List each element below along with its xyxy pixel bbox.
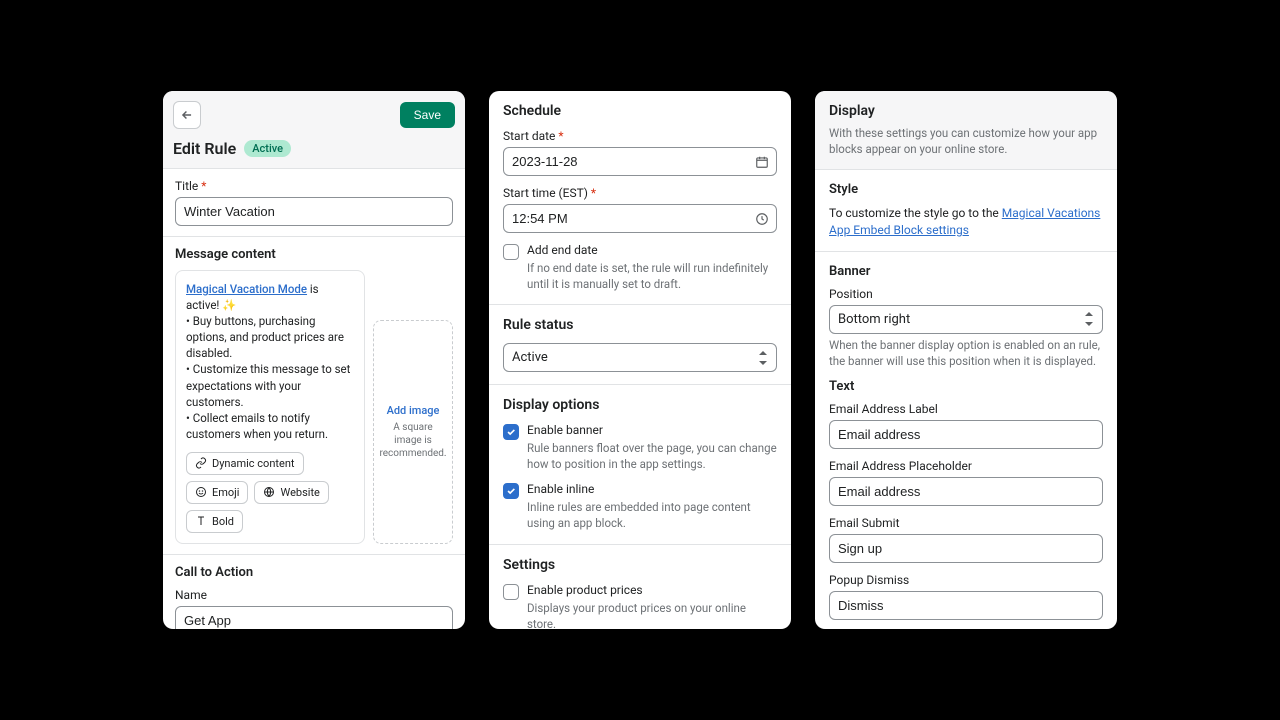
enable-inline-label: Enable inline (527, 482, 777, 496)
add-end-date-checkbox[interactable] (503, 244, 519, 260)
start-date-input[interactable] (503, 147, 777, 176)
status-badge: Active (244, 140, 291, 157)
add-image-link[interactable]: Add image (387, 404, 440, 417)
cta-name-input[interactable] (175, 606, 453, 629)
rule-status-select[interactable]: Active (503, 343, 777, 372)
banner-section: Banner Position Bottom right When the ba… (815, 252, 1117, 629)
chevron-updown-icon (758, 351, 768, 365)
add-end-date-help: If no end date is set, the rule will run… (527, 260, 777, 292)
arrow-left-icon (180, 108, 194, 122)
enable-banner-help: Rule banners float over the page, you ca… (527, 440, 777, 472)
settings-title: Settings (503, 557, 777, 573)
dynamic-content-chip[interactable]: Dynamic content (186, 452, 304, 475)
start-date-label: Start date * (503, 129, 777, 143)
email-placeholder-label: Email Address Placeholder (829, 459, 1103, 473)
save-button[interactable]: Save (400, 102, 455, 128)
display-help: With these settings you can customize ho… (829, 125, 1103, 157)
display-header: Display With these settings you can cust… (815, 91, 1117, 170)
popup-dismiss-label: Popup Dismiss (829, 573, 1103, 587)
schedule-section: Schedule Start date * Start time (EST) * (489, 91, 791, 305)
banner-title: Banner (829, 264, 1103, 279)
chevron-updown-icon (1084, 312, 1094, 326)
enable-prices-label: Enable product prices (527, 583, 777, 597)
message-content-title: Message content (175, 247, 453, 262)
add-image-dropzone[interactable]: Add image A square image is recommended. (373, 320, 453, 544)
rule-status-section: Rule status Active (489, 305, 791, 385)
settings-section: Settings Enable product prices Displays … (489, 545, 791, 629)
display-options-title: Display options (503, 397, 777, 413)
display-options-section: Display options Enable banner Rule banne… (489, 385, 791, 544)
title-input[interactable] (175, 197, 453, 226)
start-time-label: Start time (EST) * (503, 186, 777, 200)
cta-section: Call to Action Name Link (163, 555, 465, 629)
cta-title: Call to Action (175, 565, 453, 580)
image-hint: A square image is recommended. (379, 421, 446, 460)
email-label-label: Email Address Label (829, 402, 1103, 416)
globe-icon (263, 486, 275, 498)
email-submit-label: Email Submit (829, 516, 1103, 530)
message-content-section: Message content Magical Vacation Mode is… (163, 237, 465, 555)
bold-chip[interactable]: Bold (186, 510, 243, 533)
link-icon (195, 457, 207, 469)
schedule-panel: Schedule Start date * Start time (EST) * (489, 91, 791, 629)
style-title: Style (829, 182, 1103, 197)
email-submit-input[interactable] (829, 534, 1103, 563)
enable-banner-checkbox[interactable] (503, 424, 519, 440)
start-time-input[interactable] (503, 204, 777, 233)
enable-inline-checkbox[interactable] (503, 483, 519, 499)
style-text: To customize the style go to the (829, 206, 1002, 220)
display-title: Display (829, 103, 1103, 119)
add-end-date-label: Add end date (527, 243, 777, 257)
rule-status-title: Rule status (503, 317, 777, 333)
enable-prices-checkbox[interactable] (503, 584, 519, 600)
position-help: When the banner display option is enable… (829, 337, 1103, 369)
enable-banner-label: Enable banner (527, 423, 777, 437)
position-select[interactable]: Bottom right (829, 305, 1103, 334)
title-label: Title * (175, 179, 453, 193)
text-icon (195, 515, 207, 527)
edit-rule-panel: Save Edit Rule Active Title * Message co… (163, 91, 465, 629)
message-mode-link[interactable]: Magical Vacation Mode (186, 282, 307, 296)
schedule-title: Schedule (503, 103, 777, 119)
page-title: Edit Rule (173, 139, 236, 158)
sparkle-icon: ✨ (222, 298, 236, 312)
enable-prices-help: Displays your product prices on your onl… (527, 600, 777, 629)
cta-name-label: Name (175, 588, 453, 602)
emoji-icon (195, 486, 207, 498)
website-chip[interactable]: Website (254, 481, 328, 504)
style-section: Style To customize the style go to the M… (815, 170, 1117, 252)
title-section: Title * (163, 169, 465, 237)
popup-dismiss-input[interactable] (829, 591, 1103, 620)
email-label-input[interactable] (829, 420, 1103, 449)
message-editor[interactable]: Magical Vacation Mode is active! ✨ • Buy… (175, 270, 365, 544)
enable-inline-help: Inline rules are embedded into page cont… (527, 499, 777, 531)
emoji-chip[interactable]: Emoji (186, 481, 248, 504)
email-placeholder-input[interactable] (829, 477, 1103, 506)
text-title: Text (829, 379, 1103, 394)
position-label: Position (829, 287, 1103, 301)
display-panel: Display With these settings you can cust… (815, 91, 1117, 629)
back-button[interactable] (173, 101, 201, 129)
